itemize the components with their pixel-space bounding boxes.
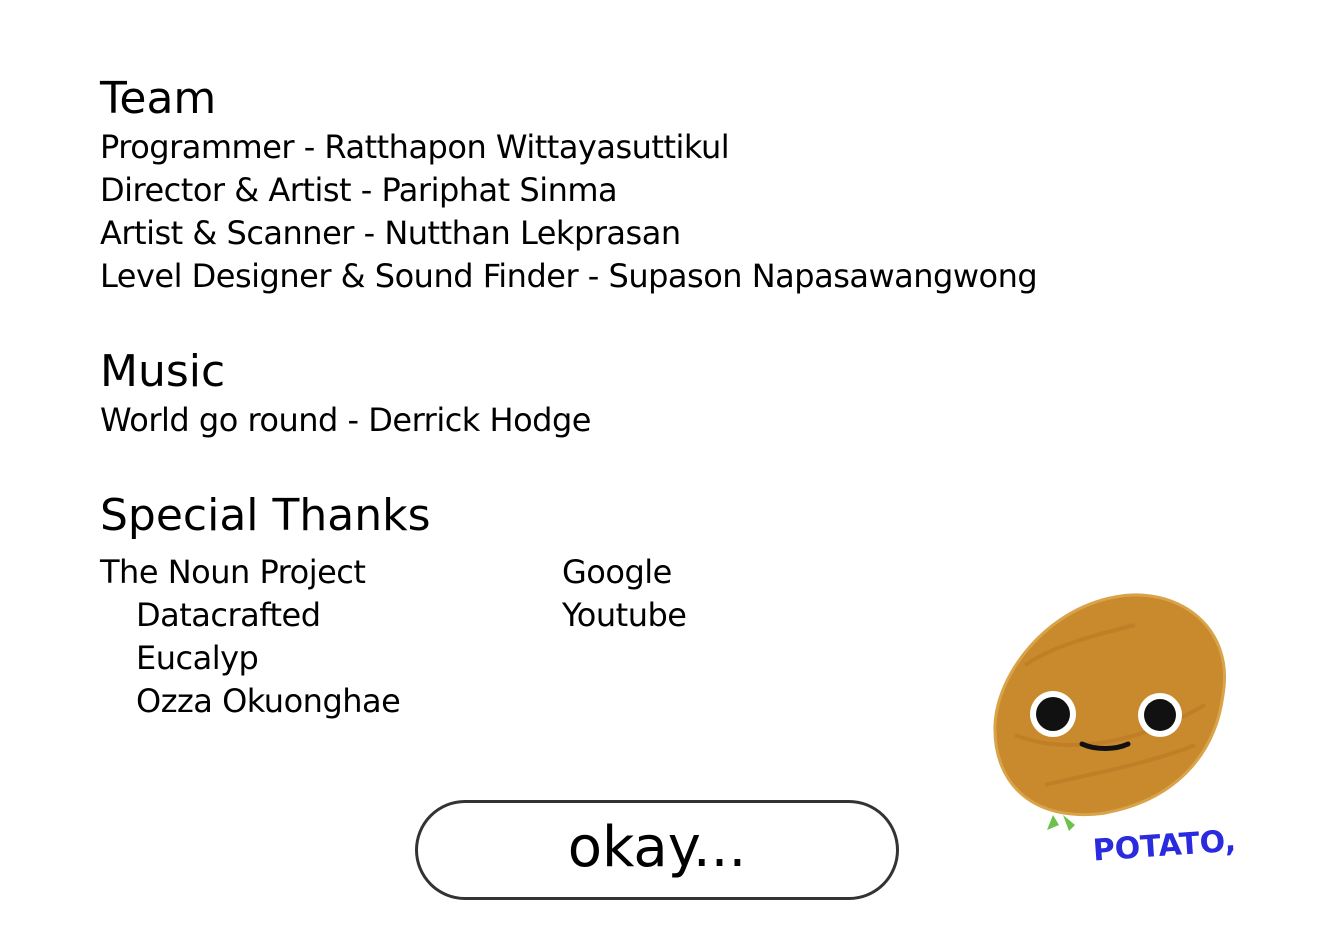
thanks-item: The Noun Project — [100, 553, 366, 591]
team-credit: Programmer - Ratthapon Wittayasuttikul — [100, 128, 730, 166]
team-credit: Director & Artist - Pariphat Sinma — [100, 171, 618, 209]
thanks-item: Google — [562, 553, 672, 591]
potato-mascot-illustration: POTATO, — [993, 593, 1237, 869]
team-credit: Artist & Scanner - Nutthan Lekprasan — [100, 214, 681, 252]
okay-button[interactable]: okay... — [415, 800, 899, 900]
team-heading: Team — [100, 73, 217, 124]
music-credit: World go round - Derrick Hodge — [100, 401, 591, 439]
thanks-item: Youtube — [562, 596, 687, 634]
potato-leaf-icon — [1047, 815, 1075, 831]
potato-caption: POTATO, — [1092, 824, 1237, 869]
special-thanks-heading: Special Thanks — [100, 490, 431, 541]
thanks-subitem: Datacrafted — [136, 596, 321, 634]
potato-body — [993, 593, 1226, 816]
thanks-subitem: Eucalyp — [136, 639, 259, 677]
team-credit: Level Designer & Sound Finder - Supason … — [100, 257, 1038, 295]
music-heading: Music — [100, 346, 226, 397]
thanks-subitem: Ozza Okuonghae — [136, 682, 401, 720]
